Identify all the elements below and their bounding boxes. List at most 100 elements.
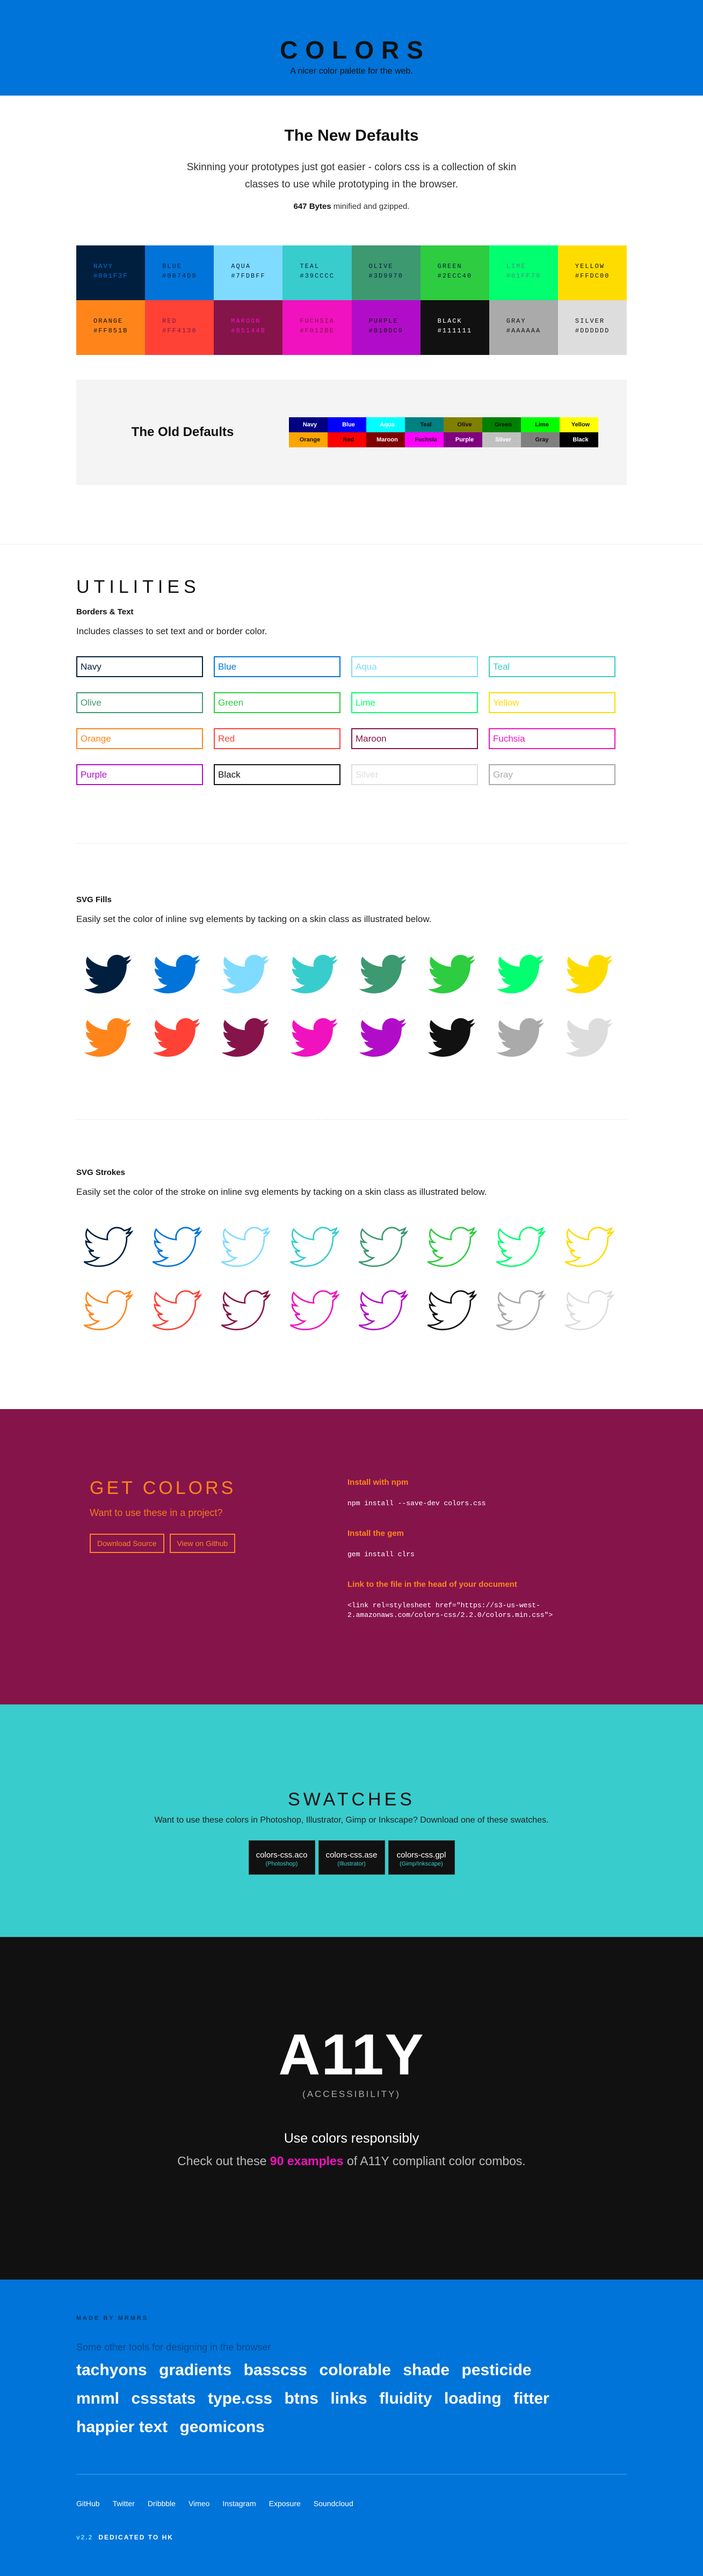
tool-link[interactable]: pesticide: [462, 2361, 532, 2379]
tool-link[interactable]: loading: [444, 2390, 502, 2407]
border-box-yellow: Yellow: [489, 692, 615, 713]
swatch-name: RED: [162, 317, 177, 325]
tool-link[interactable]: shade: [403, 2361, 450, 2379]
tool-link[interactable]: fluidity: [379, 2390, 432, 2407]
a11y-post: of A11Y compliant color combos.: [343, 2154, 526, 2168]
twitter-bird-icon: [152, 1227, 202, 1267]
old-color-gray: Gray: [521, 432, 560, 447]
twitter-bird-icon: [290, 1018, 338, 1057]
swatch-hex: #F012BE: [300, 327, 335, 335]
twitter-bird-icon: [496, 1290, 546, 1331]
get-colors-ask: Want to use these in a project?: [90, 1507, 223, 1518]
swatch-hex: #39CCCC: [300, 272, 335, 280]
tool-link[interactable]: btns: [285, 2390, 318, 2407]
twitter-bird-icon: [153, 1018, 200, 1057]
old-color-orange: Orange: [289, 432, 328, 447]
old-color-red: Red: [328, 432, 366, 447]
tool-link[interactable]: geomicons: [180, 2418, 265, 2436]
swatch-hex: #FF4136: [162, 327, 197, 335]
swatch-name: TEAL: [300, 263, 320, 270]
border-box-olive: Olive: [76, 692, 203, 713]
a11y-title: A11Y: [278, 2022, 425, 2087]
swatch-hex: #0074D9: [162, 272, 197, 280]
page-header: COLORS A nicer color palette for the web…: [0, 0, 703, 96]
swatch-file-name: colors-css.gpl: [396, 1851, 446, 1860]
swatch-hex: #AAAAAA: [506, 327, 541, 335]
tool-link[interactable]: tachyons: [76, 2361, 147, 2379]
old-color-aqua: Aqua: [366, 417, 405, 432]
made-by[interactable]: MADE BY MRMRS: [76, 2315, 627, 2321]
a11y-subtitle: (ACCESSIBILITY): [302, 2089, 401, 2099]
old-defaults-grid: Navy Blue Aqua Teal Olive Green Lime Yellow Oran…: [289, 417, 600, 447]
twitter-bird-icon: [152, 1290, 202, 1331]
swatch-red: RED #FF4136: [145, 300, 214, 355]
swatch-aqua: AQUA #7FDBFF: [214, 245, 283, 300]
svg-fills-heading: SVG Fills: [76, 895, 112, 904]
footer-link-vimeo[interactable]: Vimeo: [189, 2499, 209, 2508]
border-box-green: Green: [214, 692, 340, 713]
footer-link-instagram[interactable]: Instagram: [222, 2499, 256, 2508]
tool-link[interactable]: colorable: [320, 2361, 391, 2379]
swatch-name: OLIVE: [368, 263, 394, 270]
old-color-silver: Silver: [482, 432, 521, 447]
twitter-bird-icon: [427, 954, 475, 993]
size-bytes: 647 Bytes: [293, 202, 331, 211]
swatch-gray: GRAY #AAAAAA: [489, 300, 558, 355]
page-footer: MADE BY MRMRS Some other tools for desig…: [0, 2280, 703, 2576]
get-colors-section: GET COLORS Want to use these in a projec…: [0, 1409, 703, 1704]
swatch-hex: #001F3F: [93, 272, 128, 280]
border-box-lime: Lime: [351, 692, 478, 713]
tool-link[interactable]: type.css: [208, 2390, 272, 2407]
tool-link[interactable]: basscss: [244, 2361, 307, 2379]
dedication: v2.2 DEDICATED TO HK: [76, 2534, 627, 2541]
footer-link-twitter[interactable]: Twitter: [113, 2499, 135, 2508]
twitter-bird-icon: [359, 954, 407, 993]
old-defaults-title: The Old Defaults: [131, 425, 234, 439]
download-source-button[interactable]: Download Source: [90, 1534, 164, 1553]
swatch-navy: NAVY #001F3F: [76, 245, 146, 300]
twitter-bird-icon: [221, 1227, 271, 1267]
tool-link[interactable]: mnml: [76, 2390, 119, 2407]
swatch-maroon: MAROON #85144B: [214, 300, 283, 355]
swatches-desc: Want to use these colors in Photoshop, I…: [154, 1816, 549, 1825]
swatch-name: SILVER: [575, 317, 605, 325]
view-github-button[interactable]: View on Github: [169, 1534, 236, 1553]
link-code: <link rel=stylesheet href="https://s3-us…: [347, 1601, 553, 1619]
swatch-hex: #DDDDDD: [575, 327, 610, 335]
footer-link-github[interactable]: GitHub: [76, 2499, 100, 2508]
twitter-bird-icon: [153, 954, 200, 993]
swatch-purple: PURPLE #B10DC9: [351, 300, 421, 355]
swatches-title: SWATCHES: [288, 1789, 415, 1810]
a11y-use: Use colors responsibly: [284, 2131, 419, 2146]
tool-link[interactable]: links: [330, 2390, 367, 2407]
a11y-section: A11Y (ACCESSIBILITY) Use colors responsi…: [0, 1937, 703, 2280]
tool-link[interactable]: cssstats: [131, 2390, 195, 2407]
old-color-lime: Lime: [521, 417, 560, 432]
swatch-download-button[interactable]: colors-css.ase (Illustrator): [318, 1840, 385, 1875]
a11y-pre: Check out these: [177, 2154, 270, 2168]
swatch-name: MAROON: [231, 317, 261, 325]
swatch-download-button[interactable]: colors-css.aco (Photoshop): [248, 1840, 315, 1875]
swatch-hex: #01FF70: [506, 272, 541, 280]
swatch-hex: #111111: [437, 327, 473, 335]
swatch-hex: #2ECC40: [437, 272, 473, 280]
size-rest: minified and gzipped.: [331, 202, 410, 211]
twitter-bird-icon: [290, 954, 338, 993]
section-title: The New Defaults: [284, 127, 419, 144]
twitter-bird-icon: [359, 1018, 407, 1057]
footer-link-exposure[interactable]: Exposure: [269, 2499, 301, 2508]
twitter-bird-icon: [221, 1018, 269, 1057]
swatch-download-button[interactable]: colors-css.gpl (Gimp/Inkscape): [388, 1840, 455, 1875]
tool-link[interactable]: gradients: [159, 2361, 231, 2379]
swatch-fuchsia: FUCHSIA #F012BE: [282, 300, 352, 355]
old-color-blue: Blue: [328, 417, 366, 432]
twitter-bird-icon: [427, 1018, 475, 1057]
border-box-teal: Teal: [489, 656, 615, 677]
swatch-downloads: colors-css.aco (Photoshop) colors-css.ase(…: [0, 1825, 703, 1875]
border-box-purple: Purple: [76, 764, 203, 785]
footer-link-soundcloud[interactable]: Soundcloud: [314, 2499, 353, 2508]
twitter-bird-icon: [565, 1018, 613, 1057]
examples-link[interactable]: 90 examples: [270, 2154, 344, 2168]
swatch-file-type: (Gimp/Inkscape): [400, 1861, 443, 1867]
footer-link-dribbble[interactable]: Dribbble: [148, 2499, 176, 2508]
